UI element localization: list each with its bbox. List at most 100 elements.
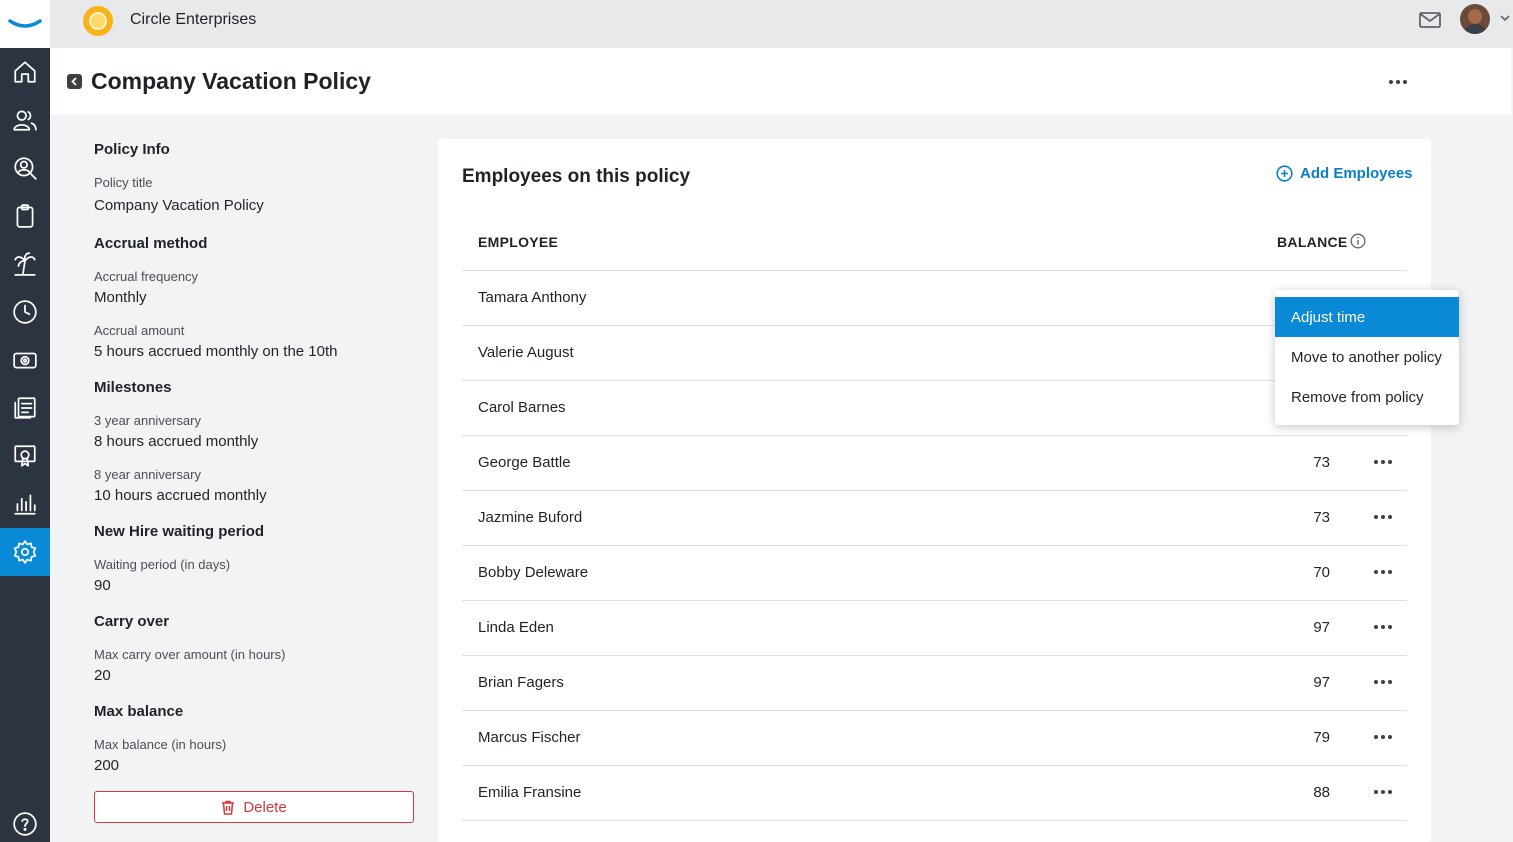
bar-chart-icon	[14, 494, 36, 515]
trash-icon	[222, 800, 235, 815]
table-row[interactable]: Jazmine Buford 73	[462, 491, 1407, 546]
accrual-amount-value: 5 hours accrued monthly on the 10th	[94, 343, 338, 360]
row-more-options-button[interactable]	[1368, 725, 1398, 749]
more-dot-icon	[1396, 80, 1400, 84]
table-row[interactable]: George Battle 73	[462, 436, 1407, 491]
max-balance-value: 200	[94, 757, 120, 774]
employee-name: Bobby Deleware	[478, 564, 589, 581]
employee-name: Jazmine Buford	[478, 509, 583, 526]
back-button[interactable]	[67, 74, 82, 89]
employee-name: Valerie August	[478, 344, 574, 361]
plus-circle-icon	[1276, 165, 1293, 182]
row-more-options-button[interactable]	[1368, 615, 1398, 639]
more-dot-icon	[1403, 80, 1407, 84]
smile-logo-icon	[8, 19, 42, 28]
carry-over-value: 20	[94, 667, 111, 684]
employee-balance: 79	[1313, 729, 1330, 746]
settings-icon	[13, 540, 37, 564]
table-row[interactable]: Linda Eden 97	[462, 601, 1407, 656]
employee-balance: 73	[1313, 509, 1330, 526]
money-icon	[13, 352, 37, 369]
column-header-employee[interactable]: EMPLOYEE	[478, 234, 558, 250]
help-icon	[13, 812, 37, 836]
more-dot-icon	[1381, 790, 1385, 794]
home-icon	[14, 61, 36, 83]
milestone-2-value: 10 hours accrued monthly	[94, 487, 267, 504]
company-logo	[83, 6, 113, 36]
employee-name: George Battle	[478, 454, 571, 471]
more-dot-icon	[1388, 625, 1392, 629]
sidebar-item-reports[interactable]	[0, 480, 50, 528]
table-row[interactable]: Marcus Fischer 79	[462, 711, 1407, 766]
more-dot-icon	[1388, 680, 1392, 684]
menu-item-move-policy[interactable]: Move to another policy	[1275, 337, 1459, 377]
more-dot-icon	[1374, 460, 1378, 464]
certificate-icon	[14, 445, 36, 467]
table-row[interactable]: Carol Barnes	[462, 381, 1407, 436]
people-icon	[13, 110, 37, 131]
employee-name: Linda Eden	[478, 619, 554, 636]
sidebar-item-settings[interactable]	[0, 528, 50, 576]
menu-item-adjust-time[interactable]: Adjust time	[1275, 297, 1459, 337]
more-dot-icon	[1388, 460, 1392, 464]
sidebar-item-help[interactable]	[0, 800, 50, 842]
table-row[interactable]: Emilia Fransine 88	[462, 766, 1407, 821]
waiting-period-heading: New Hire waiting period	[94, 523, 265, 540]
sidebar-item-documents[interactable]	[0, 384, 50, 432]
waiting-period-value: 90	[94, 577, 111, 594]
menu-item-remove-policy[interactable]: Remove from policy	[1275, 377, 1459, 417]
user-avatar[interactable]	[1460, 4, 1490, 34]
row-more-options-button[interactable]	[1368, 505, 1398, 529]
sidebar-item-training[interactable]	[0, 432, 50, 480]
accrual-frequency-value: Monthly	[94, 289, 147, 306]
table-row[interactable]: Tamara Anthony	[462, 271, 1407, 326]
add-employees-button[interactable]: Add Employees	[1276, 165, 1413, 182]
more-dot-icon	[1374, 680, 1378, 684]
sidebar-item-home[interactable]	[0, 48, 50, 96]
milestone-2-label: 8 year anniversary	[94, 467, 201, 482]
more-dot-icon	[1388, 515, 1392, 519]
row-more-options-button[interactable]	[1368, 560, 1398, 584]
app-logo[interactable]	[0, 0, 50, 48]
policy-title-label: Policy title	[94, 175, 153, 190]
more-dot-icon	[1381, 735, 1385, 739]
more-dot-icon	[1381, 515, 1385, 519]
sidebar-item-payroll[interactable]	[0, 336, 50, 384]
employee-balance: 73	[1313, 454, 1330, 471]
employee-balance: 97	[1313, 619, 1330, 636]
mail-icon[interactable]	[1418, 9, 1442, 31]
max-balance-label: Max balance (in hours)	[94, 737, 227, 752]
employee-balance: 70	[1313, 564, 1330, 581]
sidebar-item-time-tracking[interactable]	[0, 288, 50, 336]
page-header: Company Vacation Policy	[50, 48, 1511, 115]
table-row[interactable]: Brian Fagers 97	[462, 656, 1407, 711]
row-more-options-button[interactable]	[1368, 670, 1398, 694]
sidebar-item-people[interactable]	[0, 96, 50, 144]
chevron-down-icon[interactable]	[1499, 12, 1511, 24]
employee-balance: 97	[1313, 674, 1330, 691]
milestone-1-value: 8 hours accrued monthly	[94, 433, 259, 450]
page-more-options-button[interactable]	[1381, 70, 1415, 94]
sidebar-item-tasks[interactable]	[0, 192, 50, 240]
table-row[interactable]: Valerie August	[462, 326, 1407, 381]
info-icon[interactable]	[1350, 233, 1366, 249]
more-dot-icon	[1374, 570, 1378, 574]
table-row[interactable]: Bobby Deleware 70	[462, 546, 1407, 601]
employee-name: Brian Fagers	[478, 674, 564, 691]
more-dot-icon	[1374, 515, 1378, 519]
employee-name: Carol Barnes	[478, 399, 566, 416]
more-dot-icon	[1381, 625, 1385, 629]
column-header-balance[interactable]: BALANCE	[1277, 234, 1348, 250]
row-more-options-button[interactable]	[1368, 450, 1398, 474]
more-dot-icon	[1389, 80, 1393, 84]
more-dot-icon	[1388, 735, 1392, 739]
sidebar-item-recruiting[interactable]	[0, 144, 50, 192]
delete-policy-button[interactable]: Delete	[94, 791, 414, 823]
carry-over-heading: Carry over	[94, 613, 170, 630]
employees-card: Employees on this policy Add Employees E…	[438, 139, 1431, 842]
page-title: Company Vacation Policy	[91, 68, 371, 94]
row-more-options-button[interactable]	[1368, 780, 1398, 804]
more-dot-icon	[1374, 735, 1378, 739]
more-dot-icon	[1388, 790, 1392, 794]
sidebar-item-time-off[interactable]	[0, 240, 50, 288]
